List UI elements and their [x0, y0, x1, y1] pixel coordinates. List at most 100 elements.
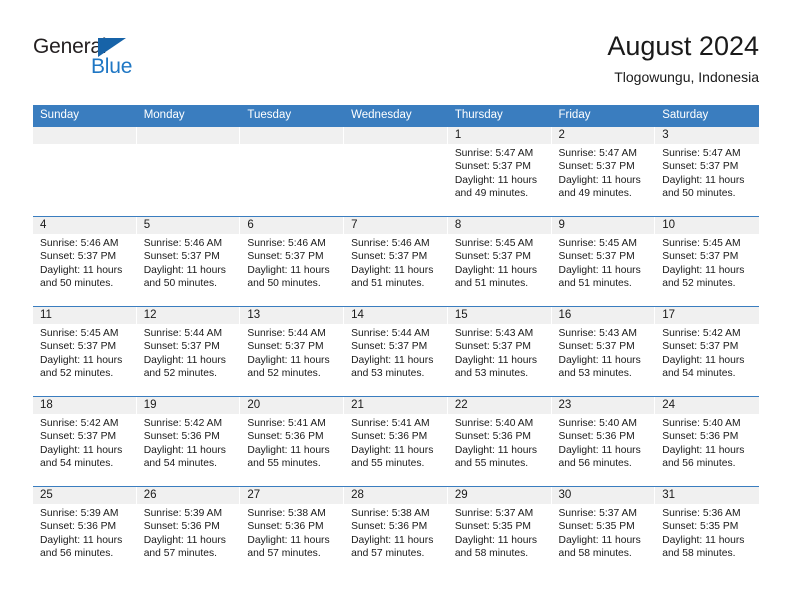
sunrise-text: Sunrise: 5:46 AM: [40, 238, 119, 249]
sunset-text: Sunset: 5:35 PM: [662, 521, 739, 533]
day-number: [33, 127, 136, 144]
day-number: 6: [240, 217, 344, 234]
calendar-day-cell[interactable]: 23 Sunrise: 5:40 AM Sunset: 5:36 PM Dayligh…: [551, 397, 656, 486]
sunset-text: Sunset: 5:37 PM: [143, 341, 220, 353]
calendar-grid: Sunday Monday Tuesday Wednesday Thursday…: [33, 105, 759, 576]
daylight-text: Daylight: 11 hours and 57 minutes.: [247, 534, 330, 559]
calendar-day-cell[interactable]: 15 Sunrise: 5:43 AM Sunset: 5:37 PM Dayligh…: [447, 307, 552, 396]
calendar-day-cell[interactable]: 29 Sunrise: 5:37 AM Sunset: 5:35 PM Dayligh…: [447, 487, 552, 576]
daylight-text: Daylight: 11 hours and 53 minutes.: [558, 354, 641, 379]
sunrise-text: Sunrise: 5:46 AM: [351, 238, 430, 249]
sunset-text: Sunset: 5:37 PM: [351, 251, 428, 263]
day-number: 25: [33, 487, 136, 504]
calendar-day-cell[interactable]: 22 Sunrise: 5:40 AM Sunset: 5:36 PM Dayligh…: [447, 397, 552, 486]
sunset-text: Sunset: 5:37 PM: [40, 431, 117, 443]
sunrise-text: Sunrise: 5:40 AM: [662, 418, 741, 429]
sunrise-text: Sunrise: 5:44 AM: [247, 328, 326, 339]
daylight-text: Daylight: 11 hours and 58 minutes.: [558, 534, 641, 559]
day-details: Sunrise: 5:44 AM Sunset: 5:37 PM Daylight:…: [240, 324, 343, 380]
sunset-text: Sunset: 5:36 PM: [454, 431, 531, 443]
sunrise-text: Sunrise: 5:44 AM: [351, 328, 430, 339]
day-number: 17: [655, 307, 759, 324]
sunset-text: Sunset: 5:37 PM: [454, 341, 531, 353]
calendar-day-cell[interactable]: 25 Sunrise: 5:39 AM Sunset: 5:36 PM Dayligh…: [33, 487, 137, 576]
sunset-text: Sunset: 5:37 PM: [247, 251, 324, 263]
sunset-text: Sunset: 5:35 PM: [454, 521, 531, 533]
day-details: Sunrise: 5:37 AM Sunset: 5:35 PM Daylight:…: [448, 504, 551, 560]
daylight-text: Daylight: 11 hours and 50 minutes.: [662, 174, 745, 199]
calendar-day-cell[interactable]: 31 Sunrise: 5:36 AM Sunset: 5:35 PM Dayligh…: [655, 487, 759, 576]
day-details: Sunrise: 5:41 AM Sunset: 5:36 PM Daylight:…: [344, 414, 447, 470]
daylight-text: Daylight: 11 hours and 53 minutes.: [454, 354, 538, 379]
calendar-day-cell[interactable]: 17 Sunrise: 5:42 AM Sunset: 5:37 PM Dayligh…: [655, 307, 759, 396]
sunrise-text: Sunrise: 5:40 AM: [558, 418, 637, 429]
sunrise-text: Sunrise: 5:41 AM: [351, 418, 430, 429]
page-header: General Blue August 2024 Tlogowungu, Ind…: [0, 0, 792, 100]
sunset-text: Sunset: 5:36 PM: [351, 521, 428, 533]
day-number: 5: [136, 217, 240, 234]
weekday-header-monday: Monday: [143, 109, 185, 121]
sunset-text: Sunset: 5:36 PM: [143, 431, 220, 443]
calendar-day-cell[interactable]: 7 Sunrise: 5:46 AM Sunset: 5:37 PM Daylight…: [344, 217, 448, 306]
day-number: 20: [240, 397, 344, 414]
sunset-text: Sunset: 5:37 PM: [143, 251, 220, 263]
calendar-day-cell[interactable]: 10 Sunrise: 5:45 AM Sunset: 5:37 PM Dayligh…: [655, 217, 759, 306]
calendar-day-cell[interactable]: 5 Sunrise: 5:46 AM Sunset: 5:37 PM Daylight…: [136, 217, 241, 306]
daylight-text: Daylight: 11 hours and 54 minutes.: [662, 354, 745, 379]
calendar-day-cell[interactable]: 2 Sunrise: 5:47 AM Sunset: 5:37 PM Daylight…: [551, 127, 656, 216]
sunrise-text: Sunrise: 5:36 AM: [662, 508, 741, 519]
brand-name-blue: Blue: [91, 55, 133, 78]
calendar-day-cell[interactable]: 18 Sunrise: 5:42 AM Sunset: 5:37 PM Dayligh…: [33, 397, 137, 486]
day-details: Sunrise: 5:40 AM Sunset: 5:36 PM Daylight:…: [655, 414, 759, 470]
calendar-day-cell[interactable]: 9 Sunrise: 5:45 AM Sunset: 5:37 PM Daylight…: [551, 217, 656, 306]
day-number: 8: [447, 217, 551, 234]
calendar-day-cell[interactable]: 12 Sunrise: 5:44 AM Sunset: 5:37 PM Dayligh…: [136, 307, 241, 396]
calendar-day-cell[interactable]: 19 Sunrise: 5:42 AM Sunset: 5:36 PM Dayligh…: [136, 397, 241, 486]
daylight-text: Daylight: 11 hours and 52 minutes.: [143, 354, 226, 379]
calendar-day-cell[interactable]: 4 Sunrise: 5:46 AM Sunset: 5:37 PM Daylight…: [33, 217, 137, 306]
sunrise-text: Sunrise: 5:37 AM: [454, 508, 534, 519]
calendar-day-cell-empty: [240, 127, 345, 216]
day-number: [240, 127, 344, 144]
sunset-text: Sunset: 5:37 PM: [40, 341, 117, 353]
daylight-text: Daylight: 11 hours and 53 minutes.: [351, 354, 434, 379]
day-details: Sunrise: 5:37 AM Sunset: 5:35 PM Daylight:…: [552, 504, 655, 560]
calendar-day-cell[interactable]: 16 Sunrise: 5:43 AM Sunset: 5:37 PM Dayligh…: [551, 307, 656, 396]
calendar-day-cell[interactable]: 28 Sunrise: 5:38 AM Sunset: 5:36 PM Dayligh…: [344, 487, 448, 576]
day-details: Sunrise: 5:46 AM Sunset: 5:37 PM Daylight:…: [344, 234, 447, 290]
calendar-day-cell[interactable]: 3 Sunrise: 5:47 AM Sunset: 5:37 PM Daylight…: [655, 127, 759, 216]
sunset-text: Sunset: 5:36 PM: [143, 521, 220, 533]
calendar-day-cell[interactable]: 11 Sunrise: 5:45 AM Sunset: 5:37 PM Dayligh…: [33, 307, 137, 396]
weekday-header-friday: Friday: [558, 109, 591, 121]
calendar-day-cell[interactable]: 20 Sunrise: 5:41 AM Sunset: 5:36 PM Dayligh…: [240, 397, 345, 486]
calendar-day-cell[interactable]: 6 Sunrise: 5:46 AM Sunset: 5:37 PM Daylight…: [240, 217, 345, 306]
day-number: 31: [655, 487, 759, 504]
sunrise-text: Sunrise: 5:44 AM: [143, 328, 223, 339]
calendar-day-cell[interactable]: 14 Sunrise: 5:44 AM Sunset: 5:37 PM Dayligh…: [344, 307, 448, 396]
sunset-text: Sunset: 5:37 PM: [247, 341, 324, 353]
daylight-text: Daylight: 11 hours and 52 minutes.: [40, 354, 123, 379]
day-number: 27: [240, 487, 344, 504]
calendar-day-cell[interactable]: 27 Sunrise: 5:38 AM Sunset: 5:36 PM Dayligh…: [240, 487, 345, 576]
daylight-text: Daylight: 11 hours and 51 minutes.: [454, 264, 538, 289]
calendar-day-cell[interactable]: 30 Sunrise: 5:37 AM Sunset: 5:35 PM Dayligh…: [551, 487, 656, 576]
brand-logo[interactable]: General Blue: [33, 36, 163, 84]
calendar-day-cell-empty: [33, 127, 137, 216]
daylight-text: Daylight: 11 hours and 54 minutes.: [143, 444, 226, 469]
calendar-day-cell[interactable]: 13 Sunrise: 5:44 AM Sunset: 5:37 PM Dayligh…: [240, 307, 345, 396]
page-title: August 2024: [607, 31, 759, 61]
calendar-day-cell[interactable]: 8 Sunrise: 5:45 AM Sunset: 5:37 PM Daylight…: [447, 217, 552, 306]
day-details: Sunrise: 5:36 AM Sunset: 5:35 PM Daylight:…: [655, 504, 759, 560]
calendar-day-cell[interactable]: 26 Sunrise: 5:39 AM Sunset: 5:36 PM Dayligh…: [136, 487, 241, 576]
sunrise-text: Sunrise: 5:39 AM: [40, 508, 119, 519]
calendar-day-cell[interactable]: 24 Sunrise: 5:40 AM Sunset: 5:36 PM Dayligh…: [655, 397, 759, 486]
sunset-text: Sunset: 5:35 PM: [558, 521, 635, 533]
daylight-text: Daylight: 11 hours and 58 minutes.: [454, 534, 538, 559]
calendar-day-cell[interactable]: 1 Sunrise: 5:47 AM Sunset: 5:37 PM Daylight…: [447, 127, 552, 216]
day-number: [344, 127, 447, 144]
calendar-day-cell[interactable]: 21 Sunrise: 5:41 AM Sunset: 5:36 PM Dayligh…: [344, 397, 448, 486]
day-details: Sunrise: 5:43 AM Sunset: 5:37 PM Daylight:…: [552, 324, 655, 380]
weekday-header-wednesday: Wednesday: [351, 109, 412, 121]
day-number: 13: [240, 307, 344, 324]
daylight-text: Daylight: 11 hours and 50 minutes.: [247, 264, 330, 289]
